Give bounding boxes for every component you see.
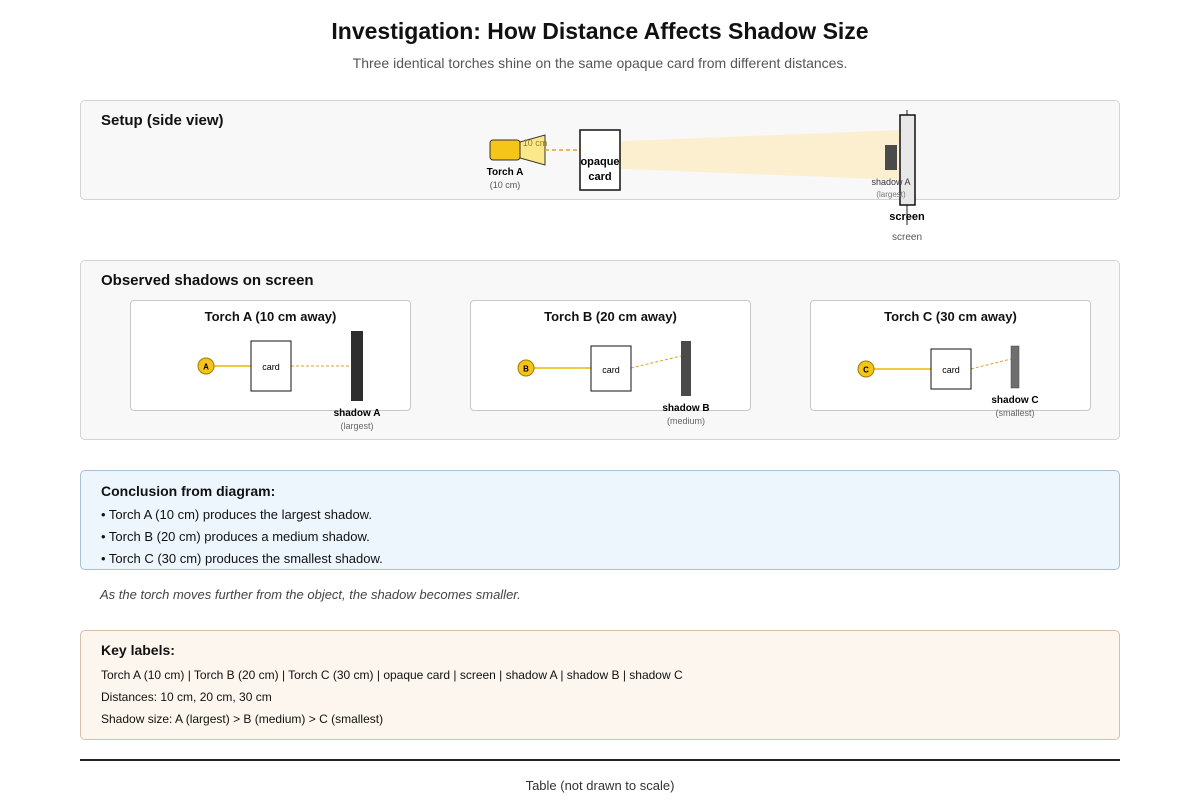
table-label: Table (not drawn to scale)	[525, 778, 675, 793]
shadow-a-label: shadow A	[334, 408, 381, 419]
torch-a-panel: Torch A (10 cm away) A card shadow A (la…	[130, 300, 411, 431]
torch-b-badge: B	[523, 365, 529, 374]
page-title: Investigation: How Distance Affects Shad…	[331, 18, 869, 44]
shadow-a-note: (largest)	[340, 421, 373, 431]
observed-heading: Observed shadows on screen	[101, 272, 314, 289]
key-labels-box: Key labels: Torch A (10 cm) | Torch B (2…	[80, 630, 1120, 740]
key-labels-distances: Distances: 10 cm, 20 cm, 30 cm	[101, 690, 272, 704]
table-surface	[80, 759, 1120, 761]
shadow-b	[681, 341, 691, 396]
shadow-c-note: (smallest)	[995, 408, 1034, 418]
key-labels-heading: Key labels:	[101, 642, 175, 658]
screen-caption: screen	[892, 232, 922, 243]
torch-b-panel: Torch B (20 cm away) B card shadow B (me…	[470, 300, 751, 426]
conclusion-summary: As the torch moves further from the obje…	[100, 587, 521, 602]
shadow-b-label: shadow B	[662, 403, 709, 414]
conclusion-item-c: • Torch C (30 cm) produces the smallest …	[101, 551, 383, 566]
setup-heading: Setup (side view)	[101, 112, 224, 129]
torch-c-badge: C	[863, 366, 869, 375]
setup-panel: Setup (side view)	[80, 100, 1120, 200]
torch-a-badge: A	[203, 363, 209, 372]
shadow-a	[351, 331, 363, 401]
torch-a-card-label: card	[262, 362, 280, 372]
conclusion-item-b: • Torch B (20 cm) produces a medium shad…	[101, 529, 370, 544]
screen-label: screen	[889, 211, 925, 223]
torch-c-ray-dashed	[970, 358, 1012, 370]
key-labels-list: Torch A (10 cm) | Torch B (20 cm) | Torc…	[101, 668, 683, 682]
conclusion-heading: Conclusion from diagram:	[101, 483, 276, 499]
page-subtitle: Three identical torches shine on the sam…	[352, 55, 848, 71]
torch-c-card-label: card	[942, 365, 960, 375]
observed-panel: Observed shadows on screen Torch A (10 c…	[80, 260, 1120, 440]
key-labels-shadow-size: Shadow size: A (largest) > B (medium) > …	[101, 712, 384, 726]
shadow-c	[1010, 345, 1020, 389]
torch-c-panel: Torch C (30 cm away) C card shadow C (sm…	[810, 300, 1091, 418]
torch-b-ray-dashed	[630, 355, 682, 369]
torch-b-card-label: card	[602, 365, 620, 375]
conclusion-box: Conclusion from diagram: • Torch A (10 c…	[80, 470, 1120, 570]
shadow-b-note: (medium)	[667, 416, 705, 426]
shadow-c-label: shadow C	[991, 395, 1038, 406]
conclusion-item-a: • Torch A (10 cm) produces the largest s…	[101, 507, 372, 522]
